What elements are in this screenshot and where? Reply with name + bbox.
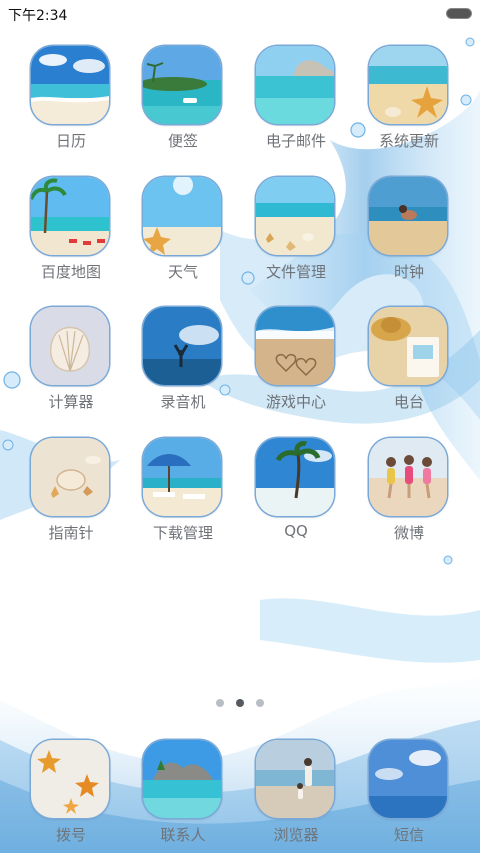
contacts-rocks-icon xyxy=(143,740,221,818)
browser-beach-walk-icon xyxy=(256,740,334,818)
download-umbrella-icon xyxy=(143,438,221,516)
page-dot-1[interactable] xyxy=(216,699,224,707)
compass-shells-icon xyxy=(31,438,109,516)
app-label: 游戏中心 xyxy=(265,393,326,411)
dock-browser[interactable]: 浏览器 xyxy=(241,740,351,852)
app-label: 拨号 xyxy=(55,826,86,844)
app-label: 录音机 xyxy=(160,393,206,411)
app-label: 下载管理 xyxy=(152,524,213,542)
page-dot-3[interactable] xyxy=(256,699,264,707)
weather-sky-icon xyxy=(143,177,221,255)
app-label: 系统更新 xyxy=(378,132,439,150)
app-system-update[interactable]: 系统更新 xyxy=(354,46,464,158)
app-label: 电台 xyxy=(393,393,424,411)
clock-beach-icon xyxy=(369,177,447,255)
app-download-manager[interactable]: 下载管理 xyxy=(128,438,238,550)
app-qq[interactable]: QQ xyxy=(241,438,351,550)
app-label: 文件管理 xyxy=(265,263,326,281)
app-label: 计算器 xyxy=(48,393,94,411)
weibo-friends-icon xyxy=(369,438,447,516)
status-time: 下午2:34 xyxy=(8,8,68,24)
app-label: 便签 xyxy=(167,132,198,150)
app-label: 天气 xyxy=(167,263,198,281)
calendar-beach-icon xyxy=(31,46,109,124)
app-label: 浏览器 xyxy=(273,826,319,844)
app-radio[interactable]: 电台 xyxy=(354,307,464,419)
app-weibo[interactable]: 微博 xyxy=(354,438,464,550)
game-center-hearts-icon xyxy=(256,307,334,385)
app-label: 指南针 xyxy=(48,524,94,542)
qq-palm-icon xyxy=(256,438,334,516)
app-calculator[interactable]: 计算器 xyxy=(16,307,126,419)
app-file-manager[interactable]: 文件管理 xyxy=(241,177,351,289)
email-lagoon-icon xyxy=(256,46,334,124)
dock-dialer[interactable]: 拨号 xyxy=(16,740,126,852)
app-notes[interactable]: 便签 xyxy=(128,46,238,158)
app-calendar[interactable]: 日历 xyxy=(16,46,126,158)
dock-messages[interactable]: 短信 xyxy=(354,740,464,852)
app-label: 时钟 xyxy=(393,263,424,281)
page-indicator[interactable] xyxy=(0,699,480,709)
app-label: 微博 xyxy=(393,524,424,542)
battery-icon xyxy=(446,8,472,19)
app-label: 短信 xyxy=(393,826,424,844)
file-manager-shells-icon xyxy=(256,177,334,255)
app-baidu-map[interactable]: 百度地图 xyxy=(16,177,126,289)
app-label: 联系人 xyxy=(160,826,206,844)
dock-contacts[interactable]: 联系人 xyxy=(128,740,238,852)
app-label: 百度地图 xyxy=(40,263,101,281)
status-bar: 下午2:34 xyxy=(0,0,480,28)
messages-sky-icon xyxy=(369,740,447,818)
recorder-silhouette-icon xyxy=(143,307,221,385)
dialer-starfish-icon xyxy=(31,740,109,818)
app-game-center[interactable]: 游戏中心 xyxy=(241,307,351,419)
app-clock[interactable]: 时钟 xyxy=(354,177,464,289)
app-email[interactable]: 电子邮件 xyxy=(241,46,351,158)
baidu-map-palm-icon xyxy=(31,177,109,255)
app-recorder[interactable]: 录音机 xyxy=(128,307,238,419)
app-weather[interactable]: 天气 xyxy=(128,177,238,289)
radio-hat-icon xyxy=(369,307,447,385)
page-dot-2-current[interactable] xyxy=(236,699,244,707)
system-update-starfish-icon xyxy=(369,46,447,124)
app-compass[interactable]: 指南针 xyxy=(16,438,126,550)
app-label: QQ xyxy=(284,522,308,540)
app-label: 日历 xyxy=(55,132,86,150)
notes-island-icon xyxy=(143,46,221,124)
calculator-shell-icon xyxy=(31,307,109,385)
app-label: 电子邮件 xyxy=(265,132,326,150)
